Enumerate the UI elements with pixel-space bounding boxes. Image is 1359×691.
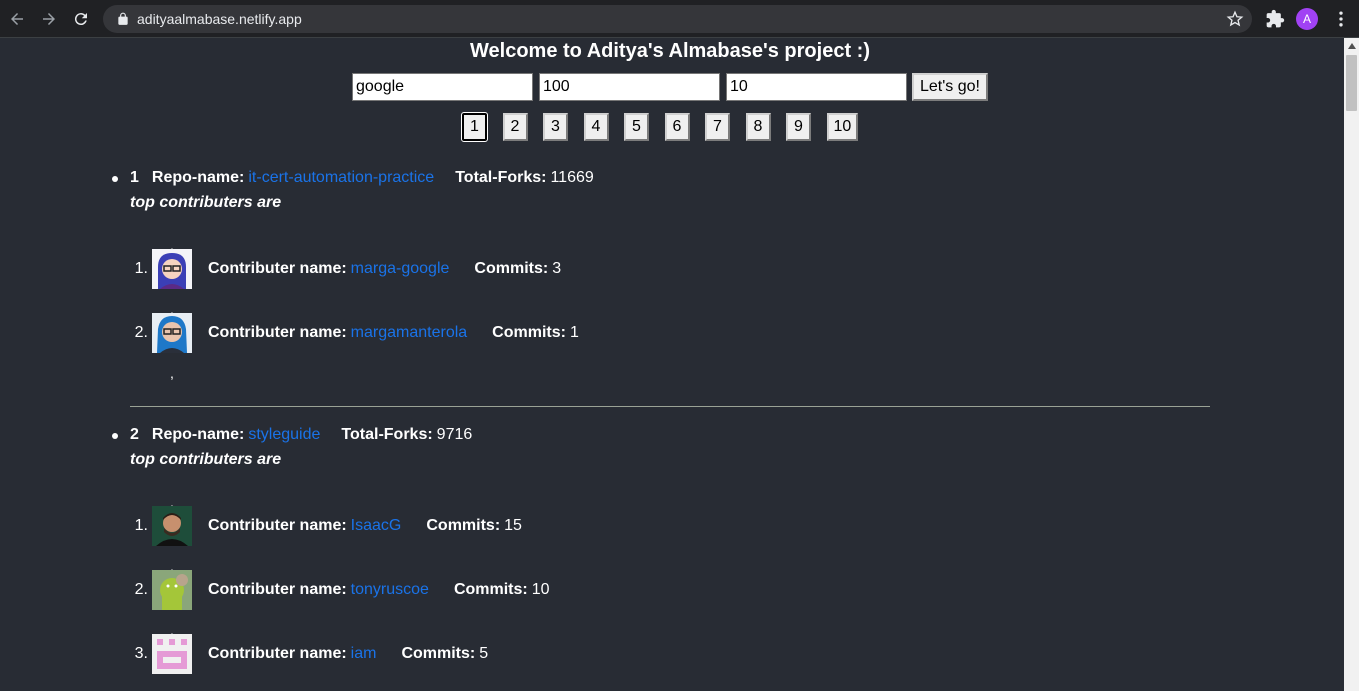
page-button-9[interactable]: 9 — [786, 113, 811, 141]
contributor-number: 2. — [134, 324, 148, 341]
page-content: Welcome to Aditya's Almabase's project :… — [0, 38, 1344, 691]
commits-value: 5 — [479, 645, 489, 662]
contrib-count-input[interactable] — [726, 73, 907, 101]
commits-label: Commits: — [453, 581, 528, 598]
commits-label: Commits: — [426, 517, 501, 534]
top-contributers-heading: top contributers are — [130, 451, 282, 468]
contributor-item: 3. Contributer name: iam Commits: 5 — [135, 634, 489, 674]
total-forks-value: 9716 — [436, 426, 473, 443]
page-button-2[interactable]: 2 — [502, 113, 528, 141]
browser-toolbar: adityaalmabase.netlify.app A — [0, 0, 1359, 38]
repo-item: 1 Repo-name: it-cert-automation-practice To… — [112, 169, 1210, 407]
commits-value: 10 — [531, 581, 550, 598]
contributor-avatar — [152, 313, 192, 353]
profile-avatar[interactable]: A — [1296, 8, 1318, 30]
repo-index: 2 — [130, 426, 139, 443]
contributer-name-label: Contributer name: — [208, 581, 347, 598]
repo-count-input[interactable] — [539, 73, 720, 101]
repo-name-label: Repo-name: — [151, 426, 245, 443]
contributor-item: 1. Contributer name: IsaacG Commits: 15 — [135, 506, 522, 546]
contributer-name-label: Contributer name: — [208, 324, 347, 341]
contributor-name-link[interactable]: marga-google — [351, 260, 450, 278]
forward-icon[interactable] — [37, 7, 61, 31]
commits-value: 3 — [552, 260, 562, 277]
contributor-name-link[interactable]: margamanterola — [351, 324, 468, 342]
go-button[interactable]: Let's go! — [912, 73, 988, 101]
contributer-name-label: Contributer name: — [208, 260, 347, 277]
extensions-icon[interactable] — [1265, 9, 1285, 29]
top-contributers-heading: top contributers are — [130, 194, 282, 211]
menu-kebab-icon[interactable] — [1331, 9, 1351, 29]
commits-label: Commits: — [401, 645, 476, 662]
commits-value: 15 — [504, 517, 522, 534]
contributor-avatar — [152, 570, 192, 610]
org-input[interactable] — [352, 73, 533, 101]
contributor-number: 3. — [134, 645, 148, 662]
page-button-3[interactable]: 3 — [543, 113, 568, 141]
bullet-marker — [112, 176, 118, 182]
contributor-avatar — [152, 506, 192, 546]
commits-label: Commits: — [474, 260, 549, 277]
repo-name-link[interactable]: it-cert-automation-practice — [248, 169, 434, 186]
page-title: Welcome to Aditya's Almabase's project :… — [470, 40, 870, 62]
contributor-number: 2. — [134, 581, 148, 598]
total-forks-label: Total-Forks: — [341, 426, 433, 443]
contributor-name-link[interactable]: tonyruscoe — [351, 581, 429, 599]
lock-icon — [118, 12, 128, 25]
contributor-item: 2. Contributer name: tonyruscoe Commits: 10 — [135, 570, 550, 610]
page-button-4[interactable]: 4 — [583, 113, 609, 141]
back-icon[interactable] — [5, 7, 29, 31]
repo-name-link[interactable]: styleguide — [248, 426, 320, 443]
contributor-name-link[interactable]: IsaacG — [351, 517, 402, 535]
repo-item: 2 Repo-name: styleguide Total-Forks: 9716 top… — [112, 426, 1210, 674]
contributor-avatar — [152, 634, 192, 674]
repo-divider — [130, 406, 1210, 407]
total-forks-label: Total-Forks: — [455, 169, 547, 186]
scroll-up-arrow-icon[interactable] — [1344, 38, 1359, 53]
comma-separator: , — [170, 365, 174, 381]
address-bar[interactable]: adityaalmabase.netlify.app — [103, 5, 1252, 33]
page-button-10[interactable]: 10 — [826, 113, 859, 141]
search-form: Let's go! — [352, 73, 988, 101]
scrollbar[interactable] — [1344, 38, 1359, 691]
contributor-number: 1. — [134, 517, 148, 534]
reload-icon[interactable] — [69, 7, 93, 31]
page-button-7[interactable]: 7 — [705, 113, 730, 141]
repo-name-label: Repo-name: — [151, 169, 245, 186]
bookmark-star-icon[interactable] — [1226, 10, 1244, 28]
page-button-1[interactable]: 1 — [461, 112, 488, 142]
contributor-item: 1. Contributer name: marga-google Commits: 3 — [135, 249, 562, 289]
total-forks-value: 11669 — [550, 169, 594, 186]
url-text: adityaalmabase.netlify.app — [137, 11, 302, 27]
contributor-name-link[interactable]: iam — [351, 645, 377, 663]
bullet-marker — [112, 433, 118, 439]
commits-value: 1 — [569, 324, 579, 341]
repo-header: 1 Repo-name: it-cert-automation-practice To… — [130, 169, 1210, 187]
contributor-number: 1. — [134, 260, 148, 277]
pagination: 1 2 3 4 5 6 7 8 9 10 — [461, 112, 874, 142]
commits-label: Commits: — [492, 324, 566, 341]
page-button-6[interactable]: 6 — [664, 113, 690, 141]
repo-header: 2 Repo-name: styleguide Total-Forks: 9716 — [130, 426, 1210, 444]
scroll-thumb[interactable] — [1346, 55, 1357, 111]
contributer-name-label: Contributer name: — [208, 517, 347, 534]
contributor-item: 2. Contributer name: margamanterola Commits… — [135, 313, 579, 353]
page-button-5[interactable]: 5 — [624, 113, 649, 141]
contributor-avatar — [152, 249, 192, 289]
repo-index: 1 — [130, 169, 139, 186]
page-button-8[interactable]: 8 — [745, 113, 771, 141]
contributer-name-label: Contributer name: — [208, 645, 347, 662]
